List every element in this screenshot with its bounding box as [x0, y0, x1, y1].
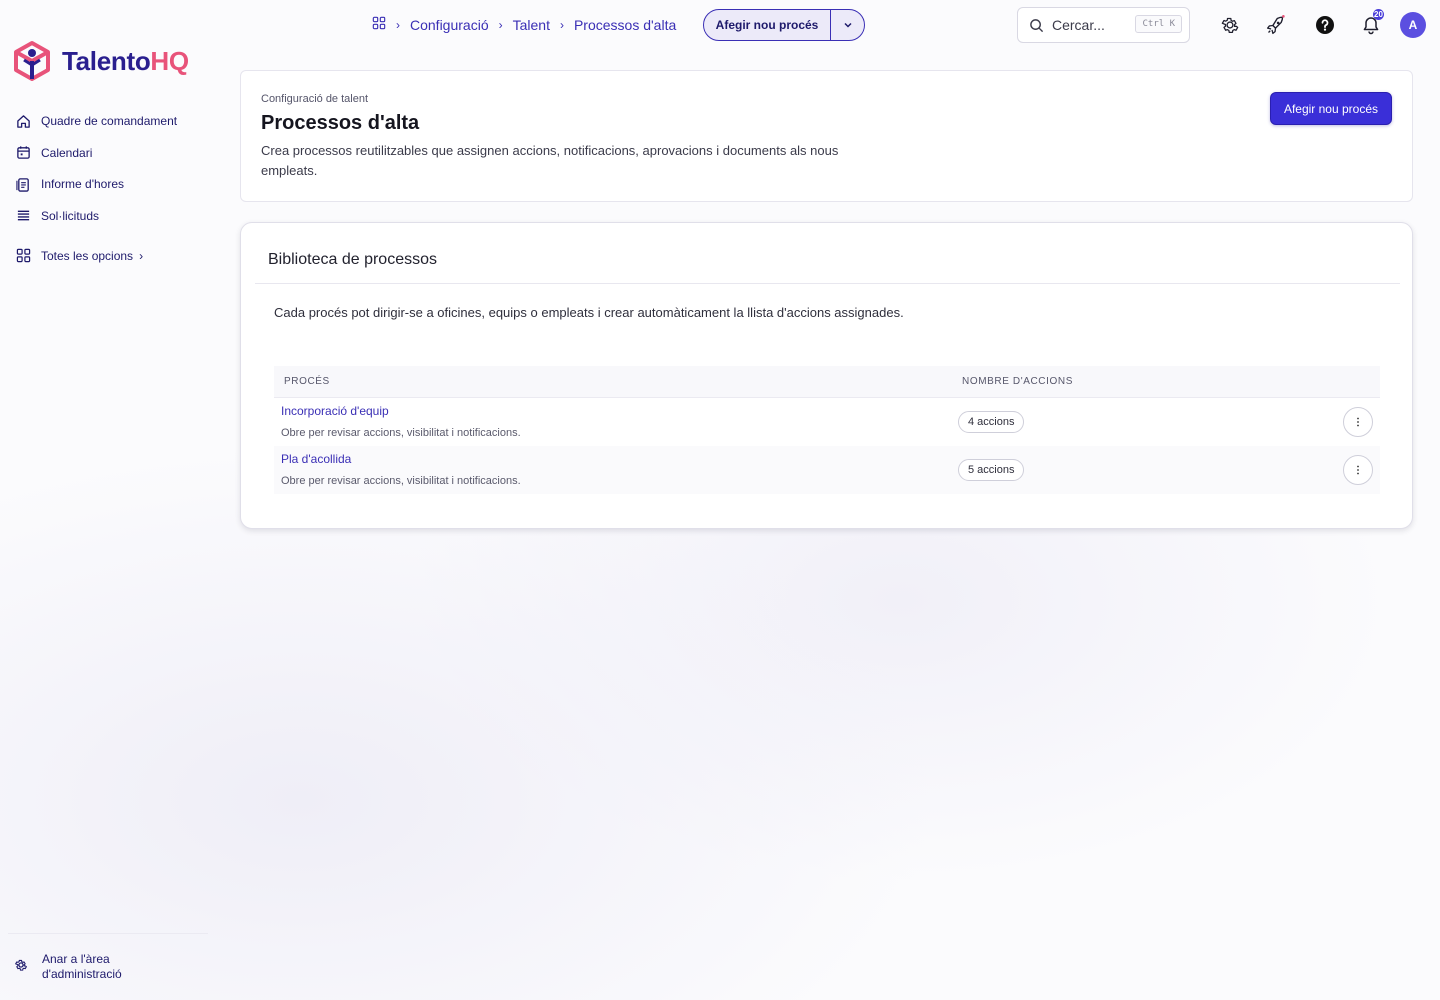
cube-logo-icon — [14, 41, 50, 81]
process-cell: Incorporació d'equip Obre per revisar ac… — [274, 404, 958, 441]
gear-icon — [14, 958, 28, 977]
process-name-link[interactable]: Incorporació d'equip — [281, 404, 958, 418]
sidebar-item-calendar[interactable]: Calendari — [16, 144, 216, 162]
column-header-actions: NOMBRE D'ACCIONS — [962, 376, 1073, 387]
page-title: Processos d'alta — [261, 112, 420, 134]
breadcrumb-item[interactable]: Configuració — [410, 17, 489, 33]
sidebar-item-label: Calendari — [41, 145, 93, 160]
sidebar-item-label: Quadre de comandament — [41, 114, 178, 128]
page-header-card: Configuració de talent Processos d'alta … — [240, 70, 1413, 202]
table-header: PROCÉS NOMBRE D'ACCIONS — [274, 366, 1380, 398]
add-new-process-button[interactable]: Afegir nou procés — [1269, 92, 1392, 125]
row-menu-button[interactable] — [1343, 455, 1373, 485]
chevron-right-icon: › — [396, 18, 400, 32]
home-icon — [16, 114, 31, 129]
add-process-button[interactable]: Afegir nou procés — [704, 10, 831, 40]
question-circle-icon — [1316, 16, 1334, 34]
help-button[interactable] — [1314, 14, 1336, 36]
more-vertical-icon — [1357, 465, 1359, 475]
process-library-card: Biblioteca de processos Cada procés pot … — [240, 222, 1413, 529]
sidebar: TalentoHQ Quadre de comandament Calendar… — [0, 0, 220, 1000]
admin-area-label: Anar a l'àrea d'administració — [42, 952, 122, 981]
action-count-badge: 4 accions — [958, 411, 1025, 433]
apps-grid-icon[interactable] — [372, 16, 386, 35]
action-count-badge: 5 accions — [958, 459, 1025, 481]
avatar[interactable]: A — [1400, 12, 1426, 38]
brand-name: TalentoHQ — [62, 45, 189, 76]
more-vertical-icon — [1357, 417, 1359, 427]
process-cell: Pla d'acollida Obre per revisar accions,… — [274, 452, 958, 489]
sidebar-item-all-options[interactable]: Totes les opcions › — [16, 247, 216, 265]
gear-icon — [1221, 17, 1239, 33]
breadcrumb-item[interactable]: Talent — [513, 17, 550, 33]
table-row[interactable]: Pla d'acollida Obre per revisar accions,… — [274, 446, 1380, 494]
list-icon — [16, 208, 31, 223]
add-process-dropdown-toggle[interactable] — [831, 10, 864, 40]
divider — [8, 933, 208, 934]
add-process-split-button: Afegir nou procés — [703, 9, 865, 41]
search-box: Ctrl K — [1017, 7, 1190, 43]
page-eyebrow: Configuració de talent — [261, 93, 369, 105]
grid-icon — [16, 248, 31, 263]
sidebar-item-timesheet[interactable]: Informe d'hores — [16, 175, 216, 193]
breadcrumb: › Configuració › Talent › Processos d'al… — [372, 16, 676, 34]
table-row[interactable]: Incorporació d'equip Obre per revisar ac… — [274, 398, 1380, 446]
section-description: Cada procés pot dirigir-se a oficines, e… — [274, 305, 904, 320]
notifications-button[interactable]: 20 — [1360, 9, 1384, 36]
divider — [255, 283, 1400, 284]
notification-count-badge: 20 — [1373, 9, 1384, 20]
launch-button[interactable] — [1264, 14, 1286, 36]
timesheet-icon — [16, 177, 31, 192]
sidebar-nav: Quadre de comandament Calendari Informe … — [16, 112, 216, 278]
sidebar-item-label: Informe d'hores — [41, 177, 124, 191]
sidebar-item-dashboard[interactable]: Quadre de comandament — [16, 112, 216, 130]
sidebar-item-requests[interactable]: Sol·licituds — [16, 207, 216, 225]
chevron-right-icon: › — [559, 18, 564, 32]
row-menu-button[interactable] — [1343, 407, 1373, 437]
calendar-icon — [16, 145, 31, 160]
process-subtitle: Obre per revisar accions, visibilitat i … — [281, 474, 521, 487]
chevron-down-icon — [843, 22, 852, 28]
rocket-icon — [1266, 14, 1285, 34]
sidebar-item-label: Sol·licituds — [41, 208, 100, 223]
admin-area-link[interactable]: Anar a l'àrea d'administració — [14, 952, 122, 982]
search-icon — [1030, 18, 1044, 32]
brand-logo[interactable]: TalentoHQ — [12, 40, 189, 82]
process-subtitle: Obre per revisar accions, visibilitat i … — [281, 426, 521, 439]
process-table: PROCÉS NOMBRE D'ACCIONS Incorporació d'e… — [274, 366, 1380, 494]
page-description: Crea processos reutilitzables que assign… — [261, 143, 839, 178]
section-title: Biblioteca de processos — [268, 251, 437, 268]
column-header-process: PROCÉS — [284, 376, 330, 387]
settings-button[interactable] — [1219, 14, 1241, 36]
chevron-right-icon: › — [139, 248, 144, 263]
keyboard-shortcut-hint: Ctrl K — [1135, 15, 1182, 33]
breadcrumb-item[interactable]: Processos d'alta — [574, 17, 676, 33]
chevron-right-icon: › — [498, 18, 503, 32]
sidebar-item-label: Totes les opcions — [41, 248, 134, 263]
process-name-link[interactable]: Pla d'acollida — [281, 452, 958, 466]
search-input[interactable] — [1052, 17, 1134, 33]
